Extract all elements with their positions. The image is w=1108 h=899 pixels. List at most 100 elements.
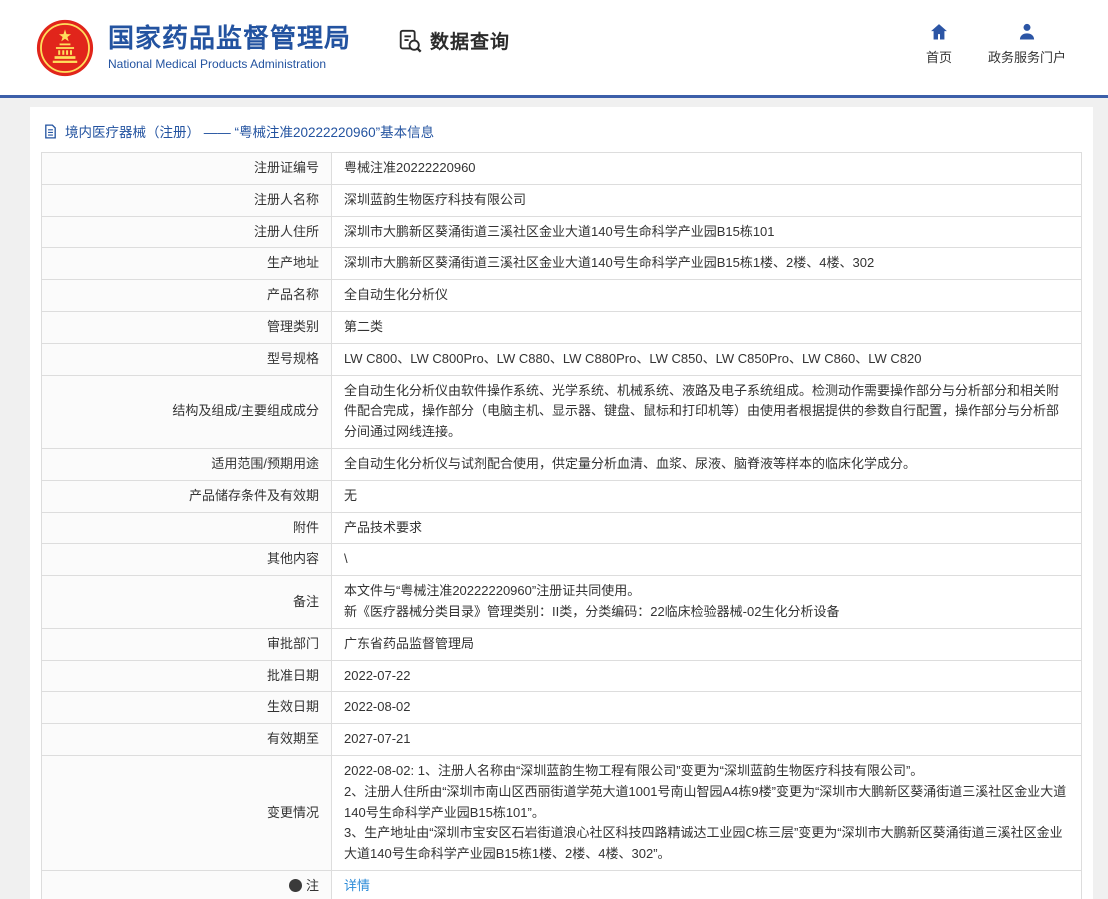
home-icon	[929, 22, 949, 42]
site-header: 国家药品监督管理局 National Medical Products Admi…	[0, 0, 1108, 95]
row-label: 备注	[42, 576, 332, 629]
row-label-text: 注册证编号	[254, 160, 319, 175]
row-value: 广东省药品监督管理局	[332, 628, 1082, 660]
row-value: 全自动生化分析仪与试剂配合使用，供定量分析血清、血浆、尿液、脑脊液等样本的临床化…	[332, 448, 1082, 480]
row-label: 管理类别	[42, 311, 332, 343]
row-value: 本文件与“粤械注准20222220960”注册证共同使用。 新《医疗器械分类目录…	[332, 576, 1082, 629]
page-icon	[43, 124, 58, 139]
row-label-text: 生效日期	[267, 699, 319, 714]
row-label-text: 批准日期	[267, 668, 319, 683]
row-value: 详情	[332, 870, 1082, 899]
row-label: 其他内容	[42, 544, 332, 576]
table-row: 型号规格 LW C800、LW C800Pro、LW C880、LW C880P…	[42, 343, 1082, 375]
row-label-text: 备注	[293, 594, 319, 609]
row-label: 适用范围/预期用途	[42, 448, 332, 480]
table-row: 变更情况 2022-08-02: 1、注册人名称由“深圳蓝韵生物工程有限公司”变…	[42, 755, 1082, 870]
row-label: 生产地址	[42, 248, 332, 280]
content-panel: 境内医疗器械（注册） —— “粤械注准20222220960”基本信息 注册证编…	[30, 107, 1093, 899]
row-label: 产品名称	[42, 280, 332, 312]
row-value: 深圳市大鹏新区葵涌街道三溪社区金业大道140号生命科学产业园B15栋101	[332, 216, 1082, 248]
table-row: 其他内容 \	[42, 544, 1082, 576]
row-label-text: 适用范围/预期用途	[211, 456, 319, 471]
table-row: 生效日期 2022-08-02	[42, 692, 1082, 724]
table-row: 产品名称 全自动生化分析仪	[42, 280, 1082, 312]
agency-name-en: National Medical Products Administration	[108, 57, 351, 71]
agency-name-cn: 国家药品监督管理局	[108, 24, 351, 54]
row-value: 无	[332, 480, 1082, 512]
row-value: 2022-08-02	[332, 692, 1082, 724]
table-row: 管理类别 第二类	[42, 311, 1082, 343]
page-title: 境内医疗器械（注册） —— “粤械注准20222220960”基本信息	[65, 121, 434, 141]
nav-home-label: 首页	[926, 47, 952, 66]
agency-logo[interactable]: 国家药品监督管理局 National Medical Products Admi…	[36, 19, 351, 77]
agency-title-block: 国家药品监督管理局 National Medical Products Admi…	[108, 24, 351, 71]
table-row: 结构及组成/主要组成成分 全自动生化分析仪由软件操作系统、光学系统、机械系统、液…	[42, 375, 1082, 448]
main-background: 境内医疗器械（注册） —— “粤械注准20222220960”基本信息 注册证编…	[0, 98, 1108, 899]
row-label: 注册人住所	[42, 216, 332, 248]
info-table-body: 注册证编号 粤械注准20222220960 注册人名称 深圳蓝韵生物医疗科技有限…	[42, 153, 1082, 899]
row-label: 有效期至	[42, 724, 332, 756]
breadcrumb: 境内医疗器械（注册） —— “粤械注准20222220960”基本信息	[41, 107, 1082, 152]
row-label-text: 型号规格	[267, 351, 319, 366]
row-label-text: 附件	[293, 520, 319, 535]
row-label-text: 生产地址	[267, 255, 319, 270]
row-label-text: 审批部门	[267, 636, 319, 651]
row-label-text: 注	[306, 878, 319, 893]
row-value: 2022-07-22	[332, 660, 1082, 692]
table-row: 注册证编号 粤械注准20222220960	[42, 153, 1082, 185]
row-label-text: 有效期至	[267, 731, 319, 746]
data-query-section[interactable]: 数据查询	[397, 27, 510, 54]
row-label-text: 其他内容	[267, 551, 319, 566]
row-value: 第二类	[332, 311, 1082, 343]
row-label: 型号规格	[42, 343, 332, 375]
row-label: 产品储存条件及有效期	[42, 480, 332, 512]
data-query-title: 数据查询	[430, 27, 510, 54]
registration-info-table: 注册证编号 粤械注准20222220960 注册人名称 深圳蓝韵生物医疗科技有限…	[41, 152, 1082, 899]
row-label: 注	[42, 870, 332, 899]
row-label: 审批部门	[42, 628, 332, 660]
row-label: 生效日期	[42, 692, 332, 724]
document-search-icon	[397, 28, 423, 54]
row-label-text: 注册人住所	[254, 224, 319, 239]
row-value: 深圳蓝韵生物医疗科技有限公司	[332, 184, 1082, 216]
table-row: 生产地址 深圳市大鹏新区葵涌街道三溪社区金业大道140号生命科学产业园B15栋1…	[42, 248, 1082, 280]
row-value: 2022-08-02: 1、注册人名称由“深圳蓝韵生物工程有限公司”变更为“深圳…	[332, 755, 1082, 870]
table-row: 备注 本文件与“粤械注准20222220960”注册证共同使用。 新《医疗器械分…	[42, 576, 1082, 629]
row-value: 深圳市大鹏新区葵涌街道三溪社区金业大道140号生命科学产业园B15栋1楼、2楼、…	[332, 248, 1082, 280]
row-value: LW C800、LW C800Pro、LW C880、LW C880Pro、LW…	[332, 343, 1082, 375]
table-row: 注册人住所 深圳市大鹏新区葵涌街道三溪社区金业大道140号生命科学产业园B15栋…	[42, 216, 1082, 248]
table-row: 注册人名称 深圳蓝韵生物医疗科技有限公司	[42, 184, 1082, 216]
nav-home[interactable]: 首页	[926, 22, 952, 66]
table-row: 审批部门 广东省药品监督管理局	[42, 628, 1082, 660]
row-value: \	[332, 544, 1082, 576]
header-nav: 首页 政务服务门户	[926, 22, 1066, 66]
row-label: 结构及组成/主要组成成分	[42, 375, 332, 448]
row-label-text: 产品储存条件及有效期	[189, 488, 319, 503]
detail-link[interactable]: 详情	[344, 878, 370, 893]
table-row: 附件 产品技术要求	[42, 512, 1082, 544]
national-emblem-icon	[36, 19, 94, 77]
row-label-text: 管理类别	[267, 319, 319, 334]
table-row: 批准日期 2022-07-22	[42, 660, 1082, 692]
row-label: 注册证编号	[42, 153, 332, 185]
table-row: 有效期至 2027-07-21	[42, 724, 1082, 756]
row-label: 批准日期	[42, 660, 332, 692]
row-label: 附件	[42, 512, 332, 544]
table-row: 产品储存条件及有效期 无	[42, 480, 1082, 512]
row-label-text: 变更情况	[267, 805, 319, 820]
row-label: 注册人名称	[42, 184, 332, 216]
row-label-text: 结构及组成/主要组成成分	[172, 403, 319, 418]
row-value: 全自动生化分析仪由软件操作系统、光学系统、机械系统、液路及电子系统组成。检测动作…	[332, 375, 1082, 448]
nav-gov-portal-label: 政务服务门户	[988, 47, 1066, 66]
table-row: 注 详情	[42, 870, 1082, 899]
nav-gov-portal[interactable]: 政务服务门户	[988, 22, 1066, 66]
user-icon	[1017, 22, 1037, 42]
row-label: 变更情况	[42, 755, 332, 870]
row-value: 全自动生化分析仪	[332, 280, 1082, 312]
row-value: 粤械注准20222220960	[332, 153, 1082, 185]
row-label-text: 注册人名称	[254, 192, 319, 207]
row-label-text: 产品名称	[267, 287, 319, 302]
note-icon	[289, 879, 302, 892]
row-value: 2027-07-21	[332, 724, 1082, 756]
row-value: 产品技术要求	[332, 512, 1082, 544]
